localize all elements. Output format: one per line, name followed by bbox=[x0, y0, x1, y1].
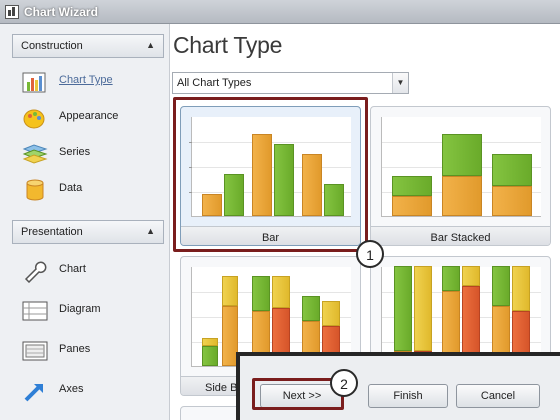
stacked-bar-chart-preview bbox=[381, 117, 541, 217]
chevron-up-icon[interactable]: ▲ bbox=[146, 40, 155, 50]
finish-button[interactable]: Finish bbox=[368, 384, 448, 408]
side-preview-bar bbox=[272, 276, 290, 308]
panes-icon bbox=[22, 341, 48, 361]
group-header-label: Presentation bbox=[21, 226, 83, 238]
full-stacked-preview-bar bbox=[442, 266, 460, 291]
full-stacked-preview-bar bbox=[492, 266, 510, 306]
sidebar-item-diagram[interactable]: Diagram bbox=[22, 295, 162, 325]
wizard-sidebar: Construction ▲ Chart Type Appearance Ser… bbox=[0, 24, 170, 420]
side-preview-bar bbox=[302, 296, 320, 321]
sidebar-item-label: Appearance bbox=[59, 110, 119, 122]
palette-icon bbox=[23, 109, 45, 129]
callout-marker: 2 bbox=[330, 369, 358, 397]
axes-arrow-icon bbox=[24, 384, 43, 402]
chart-type-card-bar-stacked[interactable]: Bar Stacked bbox=[370, 106, 551, 246]
side-preview-bar bbox=[202, 338, 218, 346]
title-bar: Chart Wizard bbox=[0, 0, 560, 24]
chevron-up-icon[interactable]: ▲ bbox=[146, 226, 155, 236]
stacked-layers-icon bbox=[22, 144, 48, 164]
sidebar-item-chart[interactable]: Chart bbox=[22, 255, 162, 285]
side-preview-bar bbox=[322, 301, 340, 326]
full-stacked-preview-bar bbox=[414, 266, 432, 351]
side-preview-bar bbox=[222, 276, 238, 306]
side-preview-bar bbox=[202, 346, 218, 366]
chart-type-label: Bar Stacked bbox=[371, 226, 550, 245]
side-preview-bar bbox=[252, 276, 270, 311]
sidebar-item-series[interactable]: Series bbox=[22, 138, 162, 168]
stacked-preview-bar bbox=[492, 154, 532, 186]
sidebar-item-data[interactable]: Data bbox=[22, 174, 162, 204]
sidebar-item-label: Diagram bbox=[59, 303, 101, 315]
window-title: Chart Wizard bbox=[24, 5, 98, 19]
sidebar-item-panes[interactable]: Panes bbox=[22, 335, 162, 365]
stacked-preview-bar bbox=[392, 176, 432, 196]
chart-wizard-app-icon bbox=[5, 5, 19, 19]
sidebar-item-label: Chart bbox=[59, 263, 86, 275]
group-header-construction[interactable]: Construction ▲ bbox=[12, 34, 164, 58]
full-stacked-preview-bar bbox=[462, 266, 480, 286]
chart-type-filter-dropdown[interactable]: All Chart Types ▼ bbox=[172, 72, 409, 94]
stacked-preview-bar bbox=[442, 176, 482, 216]
grid-icon bbox=[22, 301, 48, 321]
sidebar-item-label: Axes bbox=[59, 383, 84, 395]
group-header-presentation[interactable]: Presentation ▲ bbox=[12, 220, 164, 244]
full-stacked-preview-bar bbox=[394, 266, 412, 351]
dropdown-value: All Chart Types bbox=[177, 77, 252, 89]
sidebar-item-label: Panes bbox=[59, 343, 91, 355]
callout-marker: 1 bbox=[356, 240, 384, 268]
bar-chart-icon bbox=[22, 72, 46, 93]
sidebar-item-appearance[interactable]: Appearance bbox=[22, 102, 162, 132]
sidebar-item-label: Series bbox=[59, 146, 91, 158]
sidebar-item-chart-type[interactable]: Chart Type bbox=[22, 66, 162, 96]
sidebar-item-axes[interactable]: Axes bbox=[22, 375, 162, 405]
sidebar-item-label: Chart Type bbox=[59, 74, 113, 86]
stacked-preview-bar bbox=[492, 186, 532, 216]
page-title: Chart Type bbox=[173, 32, 283, 58]
bar-selection-highlight bbox=[173, 97, 368, 252]
stacked-preview-bar bbox=[392, 196, 432, 216]
chevron-down-icon[interactable]: ▼ bbox=[392, 73, 408, 93]
sidebar-item-label: Data bbox=[59, 182, 83, 194]
wrench-icon bbox=[24, 261, 47, 283]
stacked-preview-bar bbox=[442, 134, 482, 176]
group-header-label: Construction bbox=[21, 40, 83, 52]
full-stacked-preview-bar bbox=[512, 266, 530, 311]
cancel-button[interactable]: Cancel bbox=[456, 384, 540, 408]
database-icon bbox=[26, 179, 44, 201]
